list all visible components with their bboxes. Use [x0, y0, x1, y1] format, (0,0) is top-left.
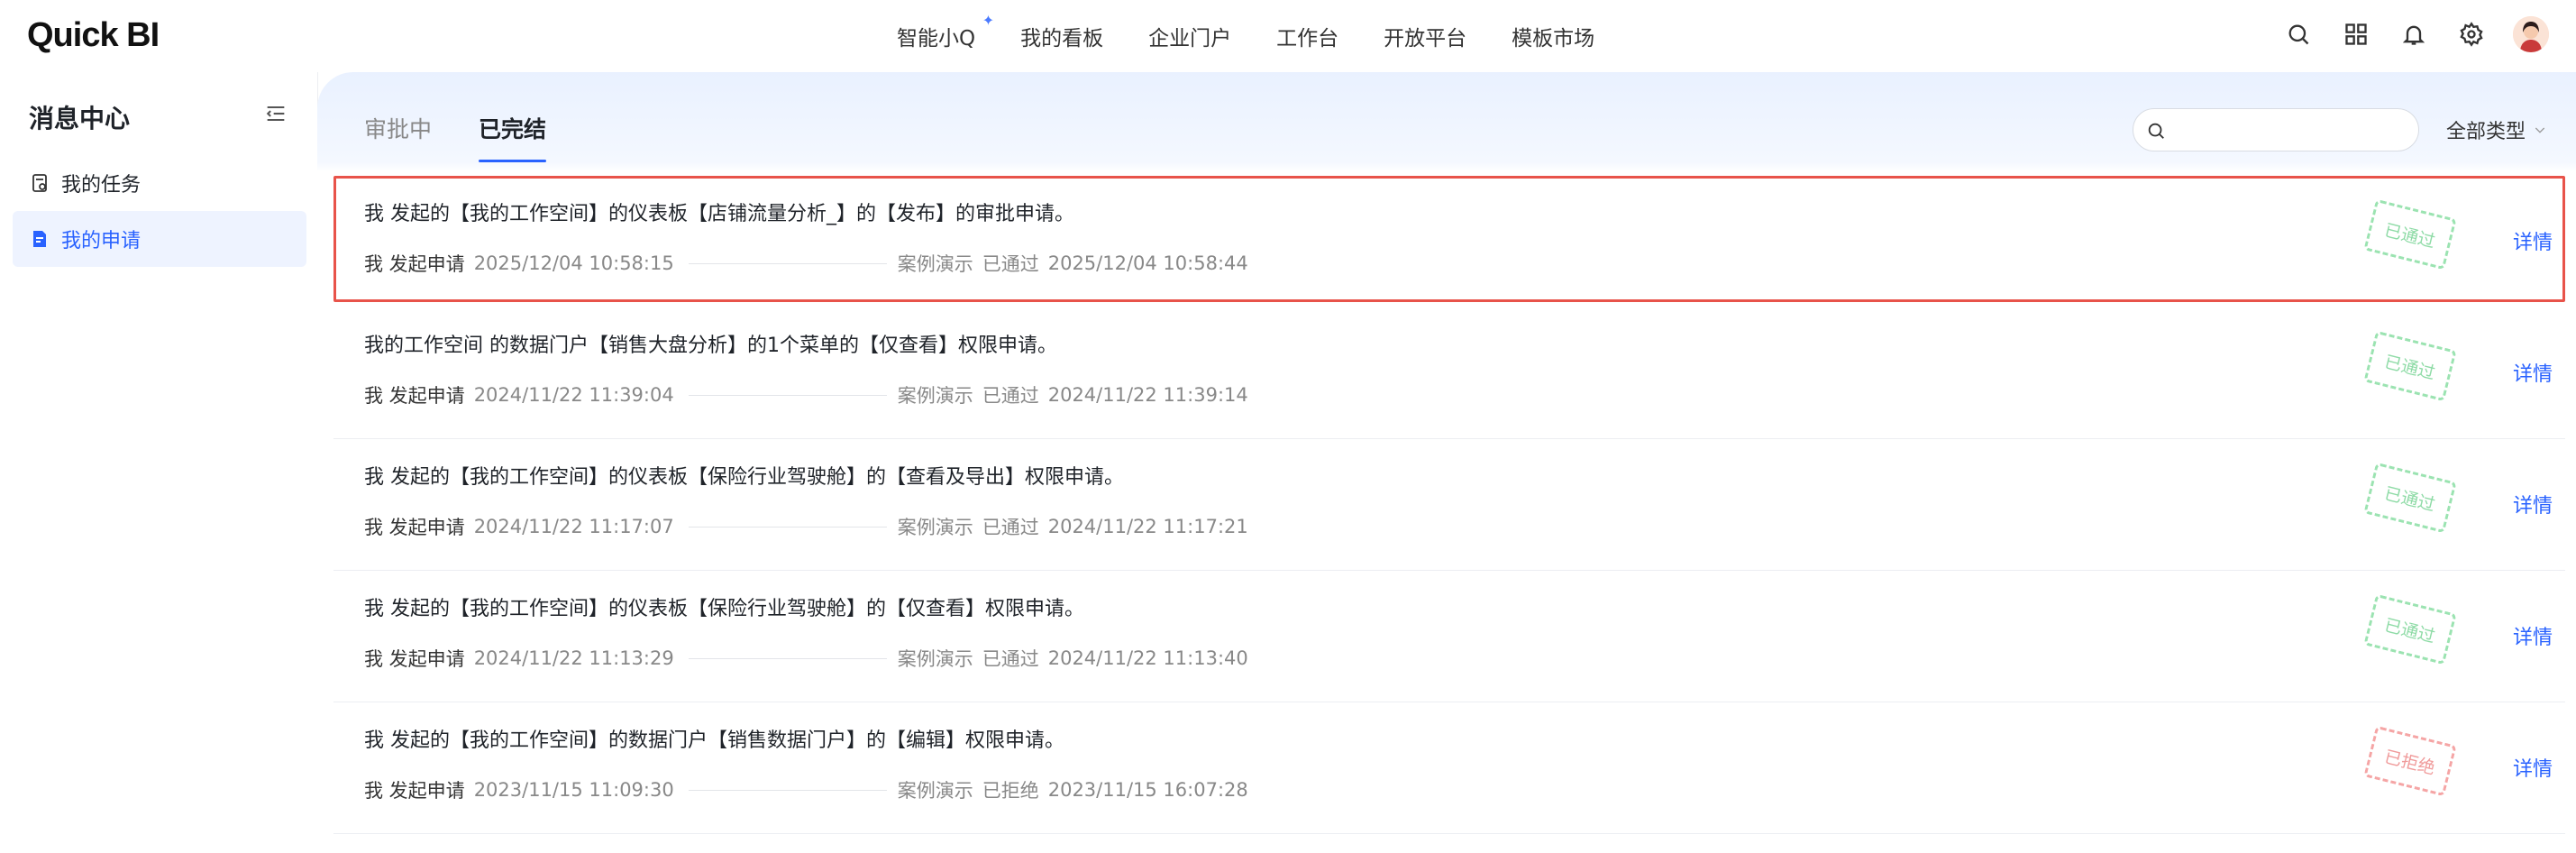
top-nav: 智能小Q ✦ 我的看板 企业门户 工作台 开放平台 模板市场: [874, 0, 1617, 72]
item-initiator: 我 发起申请: [364, 385, 465, 407]
bell-icon[interactable]: [2398, 18, 2430, 50]
item-title: 我 发起的【我的工作空间】的仪表板【保险行业驾驶舱】的【查看及导出】权限申请。: [364, 466, 1124, 489]
sparkle-icon: ✦: [982, 12, 995, 29]
item-initiator: 我 发起申请: [364, 780, 465, 802]
status-tabs: 审批中 已完结: [364, 112, 547, 162]
item-initiator: 我 发起申请: [364, 648, 465, 670]
approved-stamp: 已通过: [2363, 330, 2457, 402]
item-workspace: 案例演示: [897, 648, 973, 670]
item-status: 已通过: [982, 385, 1039, 407]
item-submit-time: 2024/11/22 11:17:07: [473, 516, 674, 537]
list-item[interactable]: 我 发起的【我的工作空间】的仪表板【保险行业驾驶舱】的【查看及导出】权限申请。 …: [333, 439, 2565, 571]
sidebar-item-my-tasks[interactable]: 我的任务: [13, 155, 306, 211]
item-meta: 我 发起申请 2024/11/22 11:13:29 案例演示 已通过 2024…: [364, 645, 1248, 672]
divider: [688, 262, 887, 264]
approved-stamp: 已通过: [2363, 462, 2457, 534]
sidebar-item-label: 我的申请: [61, 230, 142, 252]
task-icon: [32, 174, 47, 192]
detail-link[interactable]: 详情: [2513, 490, 2553, 518]
search-icon: [2148, 123, 2164, 139]
item-title: 我的工作空间 的数据门户【销售大盘分析】的1个菜单的【仅查看】权限申请。: [364, 335, 1057, 357]
item-status: 已通过: [982, 648, 1039, 670]
logo[interactable]: Quick BI: [27, 16, 160, 55]
divider: [688, 394, 887, 396]
item-finish-time: 2024/11/22 11:17:21: [1047, 516, 1248, 537]
nav-item-portal[interactable]: 企业门户: [1126, 21, 1254, 51]
sidebar-item-label: 我的任务: [61, 174, 142, 197]
item-title: 我 发起的【我的工作空间】的仪表板【保险行业驾驶舱】的【仅查看】权限申请。: [364, 598, 1084, 620]
item-initiator: 我 发起申请: [364, 253, 465, 275]
item-finish-time: 2023/11/15 16:07:28: [1047, 779, 1248, 801]
nav-item-workbench[interactable]: 工作台: [1254, 21, 1361, 51]
item-title: 我 发起的【我的工作空间】的数据门户【销售数据门户】的【编辑】权限申请。: [364, 729, 1064, 752]
nav-item-smart-q[interactable]: 智能小Q ✦: [874, 12, 998, 51]
item-title: 我 发起的【我的工作空间】的仪表板【店铺流量分析_】的【发布】的审批申请。: [364, 203, 1074, 225]
item-meta: 我 发起申请 2023/11/15 11:09:30 案例演示 已拒绝 2023…: [364, 776, 1248, 803]
item-submit-time: 2024/11/22 11:39:04: [473, 384, 674, 406]
sidebar-title: 消息中心: [29, 104, 131, 133]
header-icons: [2282, 16, 2549, 52]
approved-stamp: 已通过: [2363, 198, 2457, 271]
chevron-down-icon: [2535, 127, 2545, 133]
top-bar: Quick BI 智能小Q ✦ 我的看板 企业门户 工作台 开放平台 模板市场: [0, 0, 2576, 72]
item-finish-time: 2024/11/22 11:13:40: [1047, 647, 1248, 669]
type-filter-value: 全部类型: [2446, 121, 2526, 143]
divider: [688, 657, 887, 659]
item-status: 已拒绝: [982, 780, 1039, 802]
item-status: 已通过: [982, 517, 1039, 538]
nav-item-template-market[interactable]: 模板市场: [1489, 21, 1617, 51]
rejected-stamp: 已拒绝: [2363, 725, 2457, 797]
item-submit-time: 2023/11/15 11:09:30: [473, 779, 674, 801]
avatar[interactable]: [2513, 16, 2549, 52]
apps-grid-icon[interactable]: [2340, 18, 2372, 50]
nav-item-my-dashboard[interactable]: 我的看板: [998, 21, 1126, 51]
list-item[interactable]: 我 发起的【我的工作空间】的仪表板【保险行业驾驶舱】的【仅查看】权限申请。 我 …: [333, 571, 2565, 702]
item-meta: 我 发起申请 2024/11/22 11:17:07 案例演示 已通过 2024…: [364, 513, 1248, 540]
tab-in-approval[interactable]: 审批中: [364, 112, 432, 162]
item-workspace: 案例演示: [897, 385, 973, 407]
detail-link[interactable]: 详情: [2513, 753, 2553, 782]
main-panel: 审批中 已完结 全部类型 我 发起的【我的工作空间】的仪表板【店铺流量分析_】的…: [317, 72, 2576, 853]
item-workspace: 案例演示: [897, 517, 973, 538]
list-item[interactable]: 我 发起的【我的工作空间】的数据门户【销售数据门户】的【编辑】权限申请。 我 发…: [333, 702, 2565, 834]
collapse-sidebar-icon[interactable]: [263, 101, 288, 126]
search-input[interactable]: [2175, 116, 2408, 145]
type-filter-select[interactable]: 全部类型: [2446, 115, 2547, 144]
detail-link[interactable]: 详情: [2513, 621, 2553, 650]
list-item[interactable]: 我 发起的【我的工作空间】的仪表板【店铺流量分析_】的【发布】的审批申请。 我 …: [333, 176, 2565, 302]
sidebar: 消息中心 我的任务 我的申请: [0, 72, 318, 853]
item-meta: 我 发起申请 2025/12/04 10:58:15 案例演示 已通过 2025…: [364, 250, 1248, 277]
item-submit-time: 2024/11/22 11:13:29: [473, 647, 674, 669]
nav-label: 智能小Q: [897, 27, 976, 50]
sidebar-item-my-applications[interactable]: 我的申请: [13, 211, 306, 267]
list-item[interactable]: 我的工作空间 的数据门户【销售大盘分析】的1个菜单的【仅查看】权限申请。 我 发…: [333, 307, 2565, 439]
item-status: 已通过: [982, 253, 1039, 275]
tab-completed[interactable]: 已完结: [479, 112, 547, 162]
item-submit-time: 2025/12/04 10:58:15: [473, 252, 674, 274]
search-box[interactable]: [2133, 108, 2419, 151]
application-icon: [33, 231, 46, 247]
item-meta: 我 发起申请 2024/11/22 11:39:04 案例演示 已通过 2024…: [364, 381, 1248, 408]
nav-item-open-platform[interactable]: 开放平台: [1361, 21, 1489, 51]
item-workspace: 案例演示: [897, 253, 973, 275]
detail-link[interactable]: 详情: [2513, 358, 2553, 387]
divider: [688, 789, 887, 791]
item-workspace: 案例演示: [897, 780, 973, 802]
approved-stamp: 已通过: [2363, 593, 2457, 665]
application-list: 我 发起的【我的工作空间】的仪表板【店铺流量分析_】的【发布】的审批申请。 我 …: [333, 176, 2565, 834]
search-icon[interactable]: [2282, 18, 2315, 50]
detail-link[interactable]: 详情: [2513, 226, 2553, 255]
item-finish-time: 2024/11/22 11:39:14: [1047, 384, 1248, 406]
item-finish-time: 2025/12/04 10:58:44: [1047, 252, 1248, 274]
gear-icon[interactable]: [2455, 18, 2488, 50]
item-initiator: 我 发起申请: [364, 517, 465, 538]
